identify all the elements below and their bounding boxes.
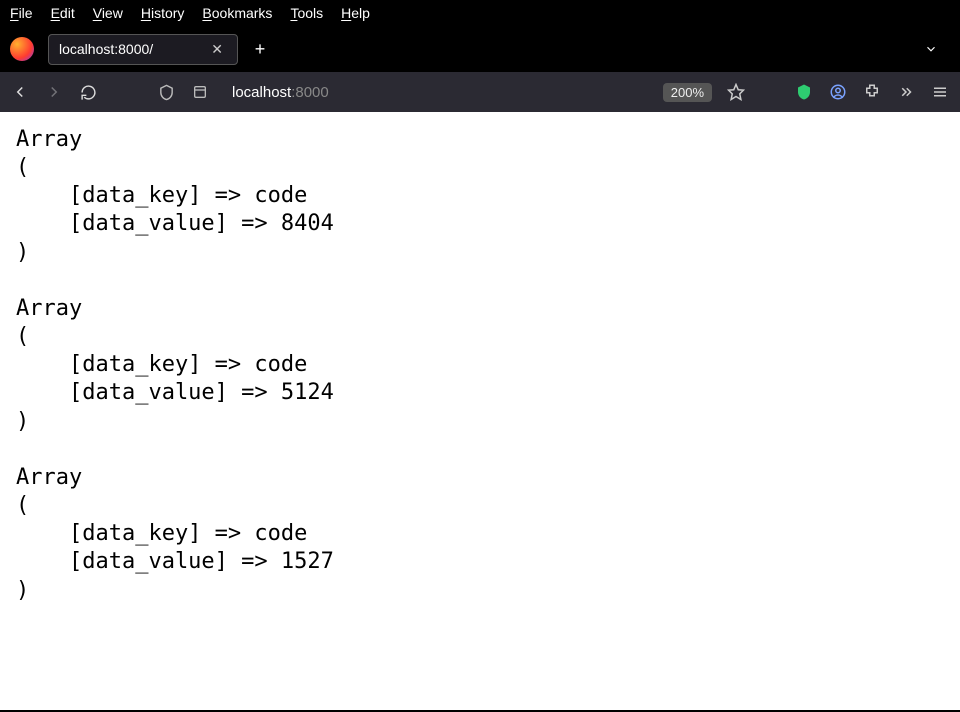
menu-edit[interactable]: Edit [51,5,75,21]
menu-view[interactable]: View [93,5,123,21]
menu-file[interactable]: File [10,5,33,21]
extensions-icon[interactable] [862,82,882,102]
reload-button[interactable] [78,82,98,102]
menu-tools[interactable]: Tools [290,5,323,21]
php-output: Array ( [data_key] => code [data_value] … [16,126,944,605]
toolbar: localhost:8000 200% [0,72,960,112]
new-tab-button[interactable]: + [246,35,274,63]
browser-tab[interactable]: localhost:8000/ ✕ [48,34,238,65]
tab-title: localhost:8000/ [59,41,153,57]
menu-bar: File Edit View History Bookmarks Tools H… [0,0,960,26]
shield-icon[interactable] [156,82,176,102]
forward-button[interactable] [44,82,64,102]
menu-bookmarks[interactable]: Bookmarks [202,5,272,21]
close-tab-icon[interactable]: ✕ [207,41,227,58]
page-content: Array ( [data_key] => code [data_value] … [0,112,960,710]
bookmark-star-icon[interactable] [726,82,746,102]
url-text: localhost:8000 [232,84,329,101]
back-button[interactable] [10,82,30,102]
account-icon[interactable] [828,82,848,102]
menu-history[interactable]: History [141,5,185,21]
protection-shield-icon[interactable] [794,82,814,102]
url-bar[interactable]: localhost:8000 [224,84,649,101]
tab-bar: localhost:8000/ ✕ + [0,26,960,72]
overflow-icon[interactable] [896,82,916,102]
tabs-dropdown-icon[interactable] [912,42,950,56]
zoom-indicator[interactable]: 200% [663,83,712,102]
menu-help[interactable]: Help [341,5,370,21]
hamburger-menu-icon[interactable] [930,82,950,102]
firefox-icon [10,37,34,61]
site-info-icon[interactable] [190,82,210,102]
